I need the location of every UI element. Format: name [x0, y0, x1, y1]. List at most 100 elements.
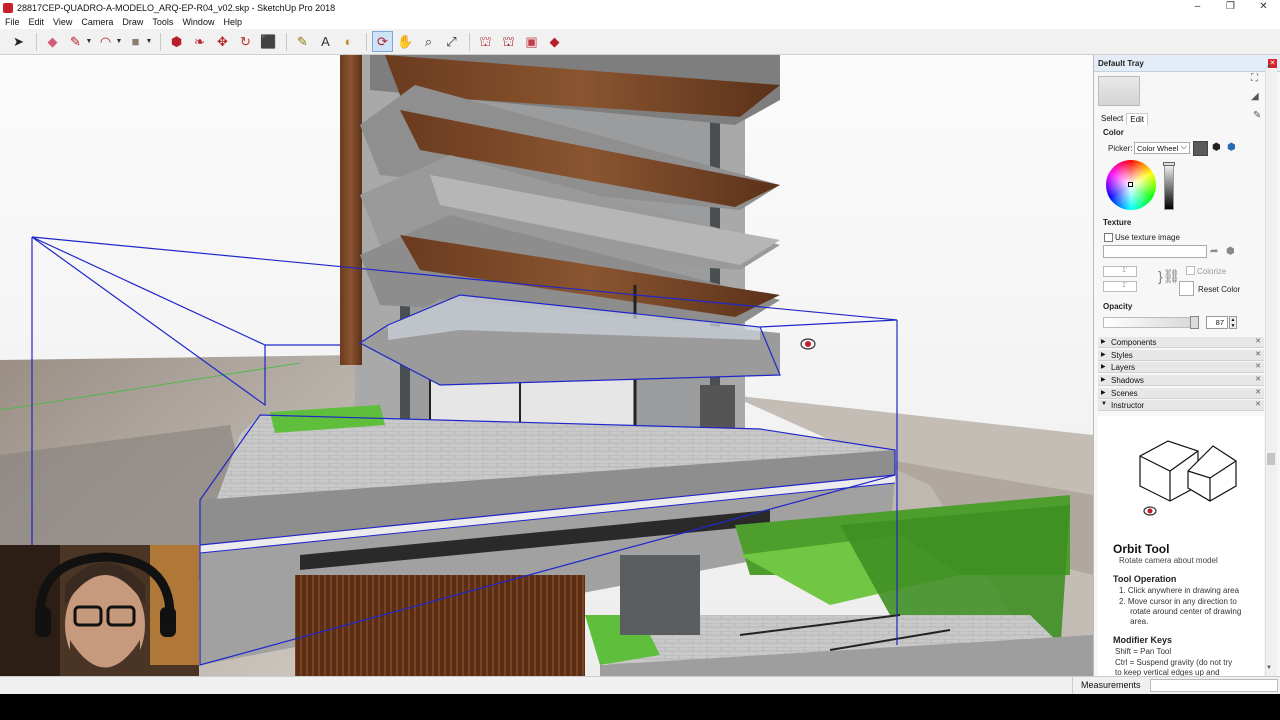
picker-select[interactable]: Color Wheel	[1134, 142, 1190, 154]
opacity-slider[interactable]	[1103, 317, 1199, 328]
panel-scenes-label: Scenes	[1111, 389, 1138, 398]
tray-scrollbar[interactable]	[1265, 68, 1277, 676]
color-wheel-marker[interactable]	[1128, 182, 1133, 187]
brightness-slider[interactable]	[1164, 162, 1174, 210]
sketchup-logo-icon	[3, 2, 13, 13]
panel-components-label: Components	[1111, 338, 1157, 347]
extension-warehouse-tool-button[interactable]: ⛫	[498, 31, 519, 52]
close-button[interactable]: ✕	[1247, 0, 1280, 15]
menu-tools[interactable]: Tools	[149, 17, 179, 27]
operation-step: rotate around center of drawing	[1119, 607, 1242, 616]
text-tool-button[interactable]: A	[315, 31, 336, 52]
scale-tool-button[interactable]: ⬛	[258, 31, 279, 52]
zoom-icon: ⌕	[424, 34, 433, 49]
panel-layers[interactable]: ▶ Layers ✕	[1098, 362, 1264, 373]
measurements-input[interactable]	[1150, 679, 1278, 692]
texture-width-input[interactable]: 1'	[1103, 266, 1137, 277]
display-secondary-pane-icon[interactable]: ◢	[1251, 91, 1259, 102]
edit-texture-icon[interactable]: ⬢	[1226, 246, 1235, 257]
texture-height-input[interactable]: 1'	[1103, 281, 1137, 292]
panel-components[interactable]: ▶ Components ✕	[1098, 337, 1264, 348]
arc-tool-button[interactable]: ◠	[95, 31, 116, 52]
panel-styles[interactable]: ▶ Styles ✕	[1098, 350, 1264, 361]
texture-path-input[interactable]	[1103, 245, 1207, 258]
tab-select[interactable]: Select	[1098, 113, 1126, 125]
menu-view[interactable]: View	[50, 17, 78, 27]
follow-me-tool-button[interactable]: ❧	[189, 31, 210, 52]
menu-edit[interactable]: Edit	[26, 17, 51, 27]
close-panel-icon[interactable]: ✕	[1255, 388, 1261, 396]
tray-scrollbar-thumb[interactable]	[1267, 453, 1275, 465]
panel-instructor[interactable]: ▼ Instructor ✕	[1098, 400, 1264, 411]
close-panel-icon[interactable]: ✕	[1255, 362, 1261, 370]
menu-window[interactable]: Window	[179, 17, 220, 27]
brightness-slider-thumb[interactable]	[1163, 162, 1175, 166]
menu-bar: File Edit View Camera Draw Tools Window …	[0, 15, 1280, 29]
close-panel-icon[interactable]: ✕	[1255, 350, 1261, 358]
title-bar: 28817CEP-QUADRO-A-MODELO_ARQ-EP-R04_v02.…	[0, 0, 1280, 15]
dropdown-arrow-icon[interactable]: ▼	[85, 31, 93, 52]
current-color-chip[interactable]	[1193, 141, 1208, 156]
zoom-tool-button[interactable]: ⌕	[418, 31, 439, 52]
instructor-panel: Orbit Tool Rotate camera about model Too…	[1098, 416, 1264, 676]
close-panel-icon[interactable]: ✕	[1255, 400, 1261, 408]
match-screen-color-icon[interactable]: ⬢	[1227, 142, 1236, 153]
expand-icon: ▶	[1101, 390, 1106, 396]
orbit-tool-button[interactable]: ⟳	[372, 31, 393, 52]
aspect-lock-icon[interactable]: }⛓	[1158, 268, 1180, 285]
menu-file[interactable]: File	[2, 17, 26, 27]
match-model-color-icon[interactable]: ⬢	[1212, 142, 1221, 153]
move-icon: ✥	[217, 34, 228, 49]
paint-bucket-tool-button[interactable]: ◐	[338, 31, 359, 52]
move-tool-button[interactable]: ✥	[212, 31, 233, 52]
scroll-down-icon[interactable]: ▼	[1266, 665, 1272, 671]
paint-bucket-icon: ◐	[344, 34, 353, 49]
warehouse-tool-button[interactable]: ⛫	[475, 31, 496, 52]
extension-tool-button[interactable]: ◆	[544, 31, 565, 52]
maximize-button[interactable]: ❐	[1214, 0, 1247, 15]
sample-paint-icon[interactable]: ✎	[1253, 110, 1261, 121]
letterbox-bar	[0, 694, 1280, 720]
menu-help[interactable]: Help	[220, 17, 248, 27]
zoom-extents-icon: ⤢	[446, 34, 457, 49]
minimize-button[interactable]: –	[1181, 0, 1214, 15]
pencil-tool-button[interactable]: ✎	[65, 31, 86, 52]
browse-texture-icon[interactable]: ➦	[1210, 246, 1218, 257]
select-tool-button[interactable]: ➤	[8, 31, 29, 52]
opacity-input[interactable]: 87	[1206, 316, 1228, 329]
create-material-icon[interactable]: ⛶	[1251, 73, 1258, 84]
tool-operation-heading: Tool Operation	[1113, 574, 1177, 584]
pan-icon: ✋	[397, 34, 414, 49]
panel-scenes[interactable]: ▶ Scenes ✕	[1098, 388, 1264, 399]
modifier-line: Shift = Pan Tool	[1115, 647, 1172, 656]
opacity-spinner[interactable]: ▲ ▼	[1229, 316, 1237, 329]
opacity-section-label: Opacity	[1103, 302, 1133, 311]
extension-warehouse-icon: ⛫	[502, 34, 515, 49]
dropdown-arrow-icon[interactable]: ▼	[145, 31, 153, 52]
dropdown-arrow-icon[interactable]: ▼	[115, 31, 123, 52]
rotate-tool-button[interactable]: ↻	[235, 31, 256, 52]
rectangle-tool-button[interactable]: ■	[125, 31, 146, 52]
arc-icon: ◠	[99, 34, 112, 49]
close-panel-icon[interactable]: ✕	[1255, 337, 1261, 345]
menu-draw[interactable]: Draw	[119, 17, 149, 27]
pan-tool-button[interactable]: ✋	[395, 31, 416, 52]
panel-shadows-label: Shadows	[1111, 376, 1144, 385]
push-pull-tool-button[interactable]: ⬢	[166, 31, 187, 52]
toolbar-separator	[366, 32, 367, 51]
send-to-layout-tool-button[interactable]: ▣	[521, 31, 542, 52]
menu-camera[interactable]: Camera	[78, 17, 119, 27]
scroll-up-icon[interactable]: ▲	[1266, 63, 1272, 69]
tape-measure-tool-button[interactable]: ✎	[292, 31, 313, 52]
eraser-tool-button[interactable]: ◆	[42, 31, 63, 52]
panel-shadows[interactable]: ▶ Shadows ✕	[1098, 375, 1264, 386]
close-panel-icon[interactable]: ✕	[1255, 375, 1261, 383]
use-texture-checkbox[interactable]	[1104, 233, 1113, 242]
opacity-slider-thumb[interactable]	[1190, 316, 1199, 329]
colorize-checkbox[interactable]	[1186, 266, 1195, 275]
zoom-extents-tool-button[interactable]: ⤢	[441, 31, 462, 52]
tab-edit[interactable]: Edit	[1126, 113, 1149, 125]
window-title: 28817CEP-QUADRO-A-MODELO_ARQ-EP-R04_v02.…	[17, 2, 336, 13]
select-icon: ➤	[13, 34, 24, 49]
reset-color-button[interactable]	[1179, 281, 1194, 296]
